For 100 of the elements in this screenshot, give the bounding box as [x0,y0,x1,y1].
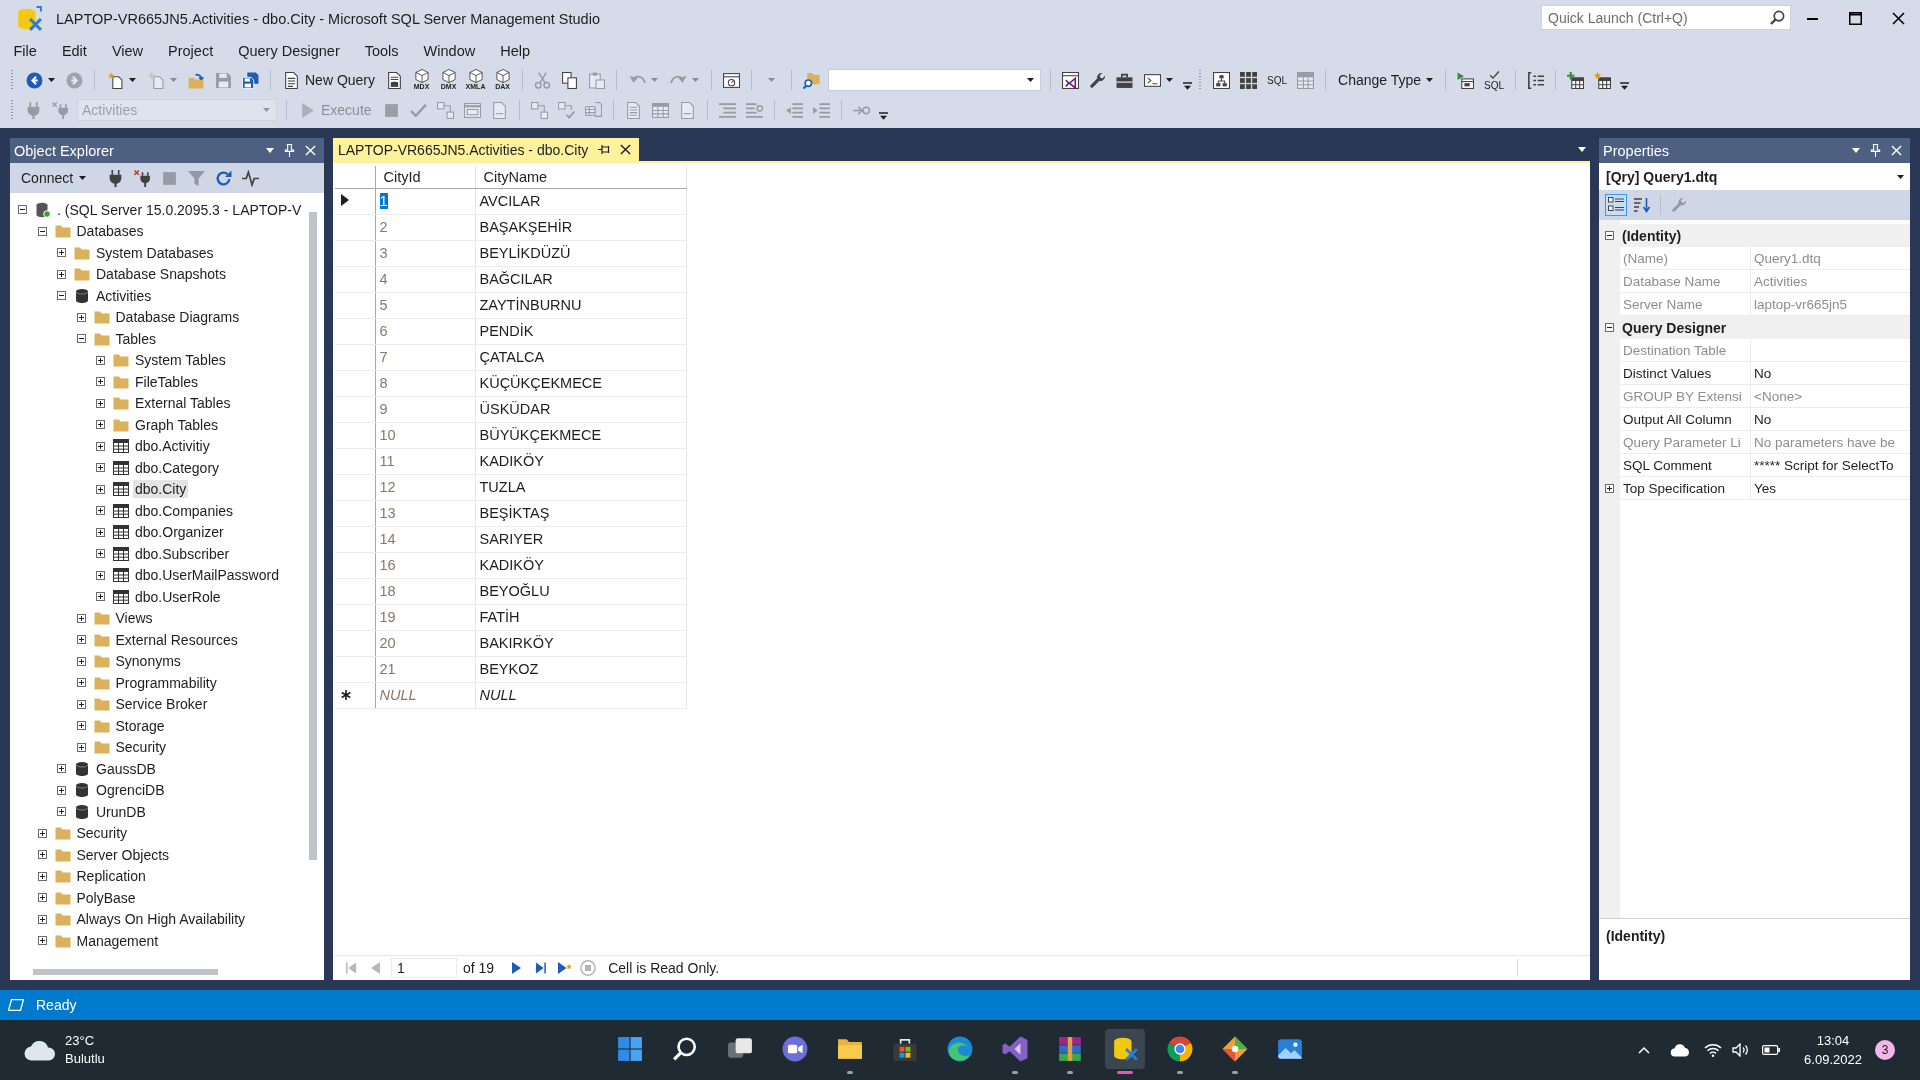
menu-item[interactable]: Tools [352,40,412,62]
table-star-icon[interactable] [1594,71,1612,89]
expand-box-icon[interactable] [76,721,86,731]
folder-magnifier-icon[interactable] [803,71,821,89]
close-icon[interactable] [1892,12,1905,25]
refresh-icon[interactable] [215,169,233,187]
tree-item[interactable]: Tables [113,329,158,348]
sideways-pin-icon[interactable] [598,144,611,155]
cloud-icon[interactable] [1670,1043,1690,1057]
search-icon[interactable] [672,1036,698,1062]
tree-item[interactable]: System Tables [133,351,228,370]
caret-icon[interactable] [129,78,136,82]
expand-box-icon[interactable] [96,527,105,537]
weather-cloud-icon[interactable] [24,1039,56,1061]
new-query-button[interactable]: New Query [277,68,382,92]
folder-icon[interactable] [837,1036,863,1062]
tree-item[interactable]: System Databases [94,243,216,262]
tree-item[interactable]: Synonyms [113,652,183,671]
tree-item[interactable]: dbo.Organizer [133,523,226,542]
toolbar-grip[interactable] [10,69,14,91]
pin-icon[interactable] [1870,144,1881,157]
browser-circle-icon[interactable] [1167,1036,1193,1062]
menu-item[interactable]: File [1,40,50,62]
wrench-icon[interactable] [1089,71,1107,89]
diamond-branch-icon[interactable] [1222,1036,1248,1062]
sql-pane-button[interactable]: SQL [1262,68,1293,92]
tree-item[interactable]: GaussDB [94,759,158,778]
tree-item[interactable]: Server Objects [74,845,172,864]
expand-box-icon[interactable] [37,893,47,903]
menu-item[interactable]: Help [487,40,543,62]
expand-box-icon[interactable] [76,613,86,623]
tree-item[interactable]: Views [113,609,155,628]
tree-item[interactable]: dbo.UserMailPassword [133,566,281,585]
tree-item[interactable]: Graph Tables [133,415,220,434]
tree-item[interactable]: Replication [74,867,148,886]
tree-item[interactable]: . (SQL Server 15.0.2095.3 - LAPTOP-V [55,200,304,219]
page-database-icon[interactable] [386,71,404,89]
speaker-icon[interactable] [1732,1043,1748,1057]
toolbox-icon[interactable] [1116,71,1134,89]
collapse-box-icon[interactable] [1605,323,1614,332]
overflow-caret-icon[interactable] [878,112,888,120]
expand-box-icon[interactable] [37,850,47,860]
clock-time[interactable]: 13:04 [1816,1031,1850,1050]
caret-icon[interactable] [48,78,55,82]
dropdown-caret-icon[interactable] [1578,147,1586,152]
next-record-icon[interactable] [510,962,522,974]
verify-sql-button[interactable]: SQL [1479,67,1510,93]
collapse-box-icon[interactable] [57,291,66,301]
expand-box-icon[interactable] [57,269,66,279]
tree-item[interactable]: dbo.UserRole [133,587,223,606]
expand-box-icon[interactable] [76,742,86,752]
collapse-box-icon[interactable] [37,226,47,236]
menu-item[interactable]: Edit [49,40,100,62]
categorized-list-icon[interactable] [1605,194,1627,216]
expand-box-icon[interactable] [96,398,105,408]
chevron-up-icon[interactable] [1638,1046,1650,1054]
video-chat-icon[interactable] [782,1036,808,1062]
expand-box-icon[interactable] [57,248,66,258]
expand-box-icon[interactable] [96,484,105,494]
plug-cross-icon[interactable] [134,169,152,187]
tree-item[interactable]: PolyBase [74,888,138,907]
tree-item[interactable]: Service Broker [113,695,210,714]
expand-box-icon[interactable] [57,807,66,817]
expand-box-icon[interactable] [37,828,47,838]
bracket-list-icon[interactable] [1527,71,1545,89]
expand-box-icon[interactable] [76,312,86,322]
grid-pane-icon[interactable] [1240,71,1258,89]
tree-item[interactable]: External Resources [113,630,240,649]
monitor-gauge-icon[interactable] [723,71,741,89]
expand-box-icon[interactable] [37,914,47,924]
tree-item[interactable]: dbo.Companies [133,501,236,520]
expand-box-icon[interactable] [57,764,66,774]
object-selector[interactable]: [Qry] Query1.dtq [1599,163,1910,190]
toolbar-grip[interactable] [10,99,14,121]
tree-item[interactable]: Security [74,824,130,843]
notification-badge[interactable]: 3 [1875,1040,1895,1060]
windows-logo-icon[interactable] [617,1036,643,1062]
dropdown-caret-icon[interactable] [266,148,274,153]
tree-item[interactable]: FileTables [133,372,201,391]
tree-item[interactable]: Databases [74,222,146,241]
swirl-circle-icon[interactable] [947,1036,973,1062]
diagram-pane-icon[interactable] [1213,71,1231,89]
stacked-books-icon[interactable] [1057,1036,1083,1062]
run-window-icon[interactable] [1457,71,1475,89]
expand-box-icon[interactable] [37,871,47,881]
document-tab[interactable]: LAPTOP-VR665JN5.Activities - dbo.City [333,138,640,161]
collapse-box-icon[interactable] [1605,231,1614,240]
database-tools-icon[interactable] [1105,1029,1145,1069]
expand-box-icon[interactable] [96,377,105,387]
shopping-bag-icon[interactable] [892,1036,918,1062]
tree-item[interactable]: Always On High Availability [74,910,248,929]
expand-box-icon[interactable] [96,506,105,516]
landscape-photo-icon[interactable] [1277,1036,1303,1062]
scrollbar-thumb[interactable] [33,969,218,975]
expand-box-icon[interactable] [76,656,86,666]
table-plus-icon[interactable] [1567,71,1585,89]
tree-item[interactable]: External Tables [133,394,233,413]
tree-item[interactable]: UrunDB [94,802,148,821]
pin-icon[interactable] [284,144,295,157]
menu-item[interactable]: View [99,40,156,62]
